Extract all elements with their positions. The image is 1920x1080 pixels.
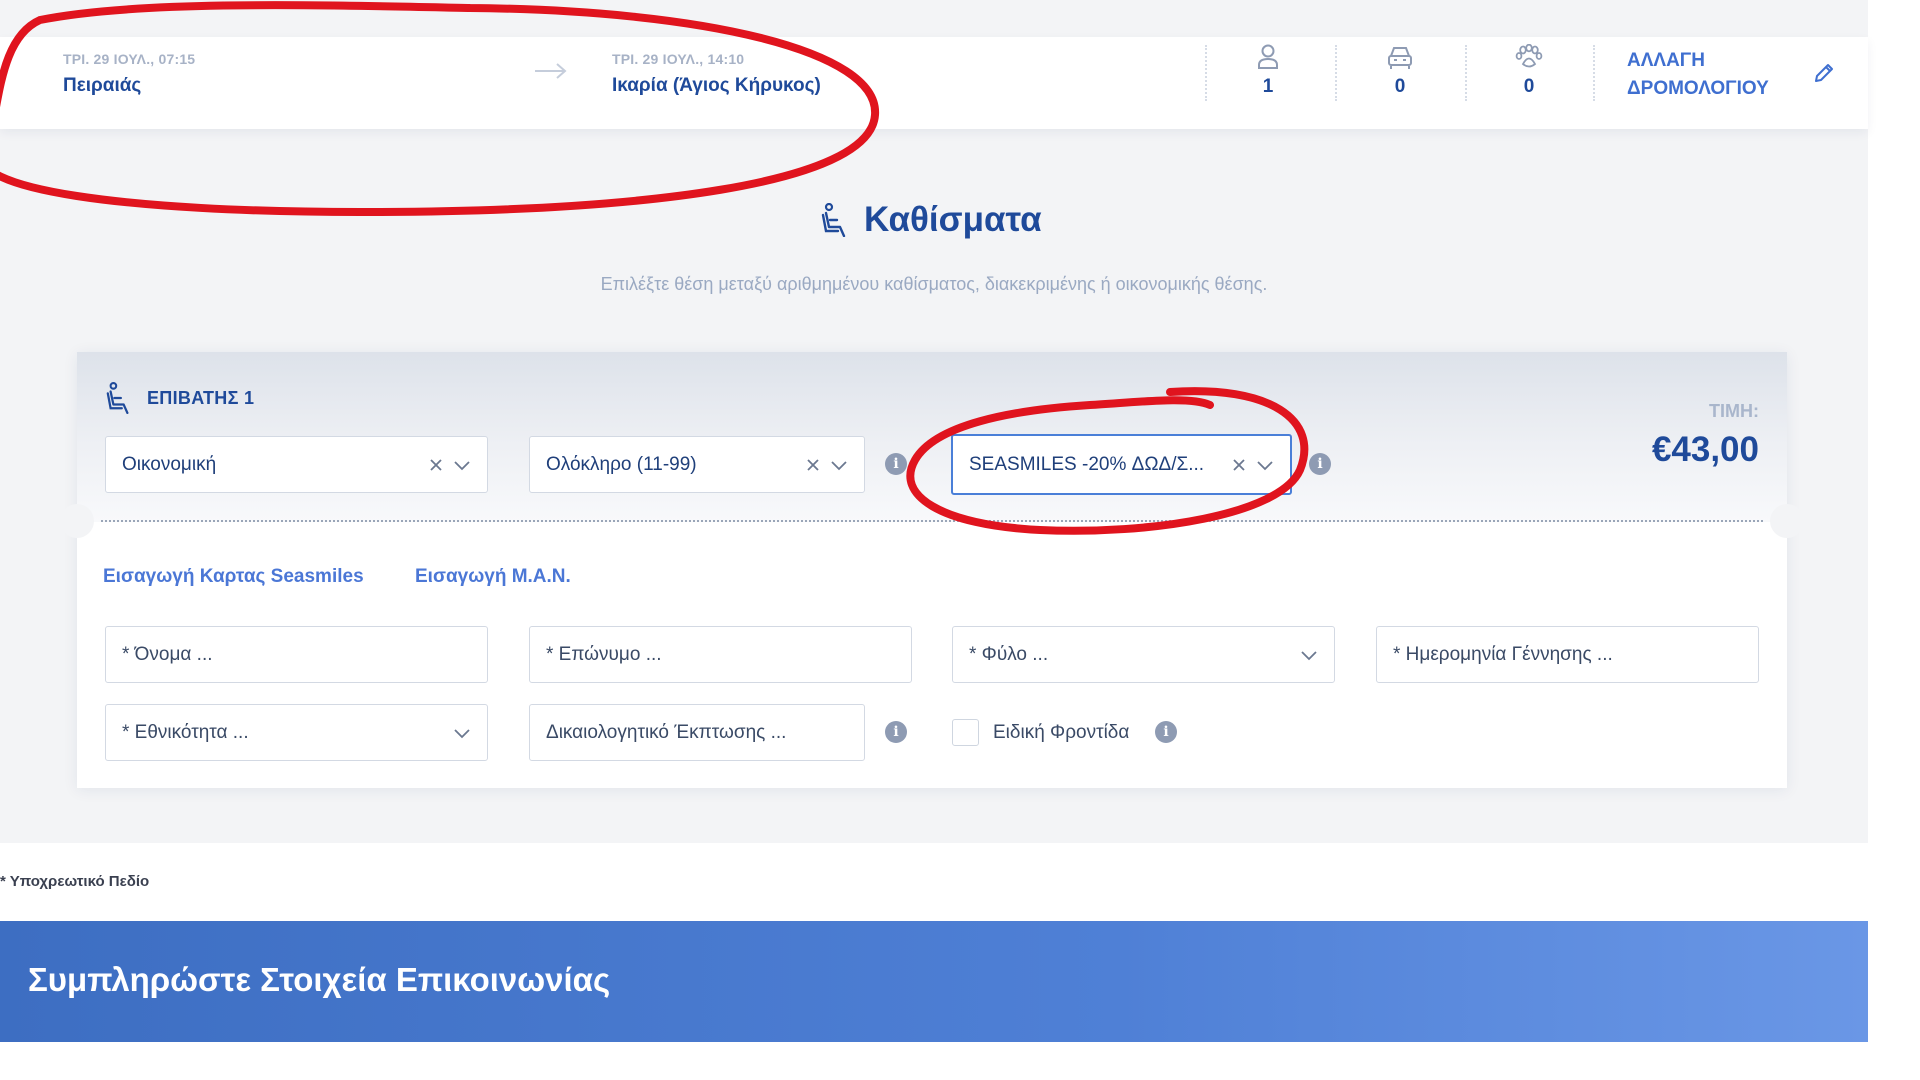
- divider: [1593, 45, 1595, 101]
- first-name-placeholder: * Όνομα ...: [122, 643, 213, 665]
- man-link[interactable]: Εισαγωγή Μ.Α.Ν.: [415, 566, 571, 588]
- seasmiles-card-link[interactable]: Εισαγωγή Καρτας Seasmiles: [103, 566, 364, 588]
- discount-document-placeholder: Δικαιολογητικό Έκπτωσης ...: [546, 721, 787, 743]
- birthdate-field[interactable]: * Ημερομηνία Γέννησης ...: [1376, 626, 1759, 683]
- vehicle-count: 0: [1370, 44, 1430, 98]
- chevron-down-icon[interactable]: [453, 459, 471, 471]
- special-care-checkbox[interactable]: [952, 719, 979, 746]
- chevron-down-icon[interactable]: [1256, 459, 1274, 471]
- special-care-label: Ειδική Φροντίδα: [993, 721, 1130, 743]
- pencil-icon: [1812, 61, 1836, 85]
- paw-icon: [1499, 44, 1559, 70]
- arrival-datetime: ΤΡΙ. 29 ΙΟΥΛ., 14:10: [612, 51, 745, 67]
- divider: [1335, 45, 1337, 101]
- price-label: ΤΙΜΗ:: [1709, 401, 1759, 421]
- passenger-label: ΕΠΙΒΑΤΗΣ 1: [105, 382, 254, 414]
- contact-details-banner[interactable]: Συμπληρώστε Στοιχεία Επικοινωνίας: [0, 921, 1868, 1042]
- departure-port: Πειραιάς: [63, 75, 142, 96]
- chevron-down-icon: [1300, 649, 1318, 661]
- divider: [1465, 45, 1467, 101]
- pet-count-value: 0: [1523, 76, 1535, 97]
- passenger-card: ΕΠΙΒΑΤΗΣ 1 ΤΙΜΗ: €43,00 Οικονομική Ολόκλ…: [60, 352, 1804, 788]
- contact-banner-title: Συμπληρώστε Στοιχεία Επικοινωνίας: [28, 961, 611, 998]
- nationality-placeholder: * Εθνικότητα ...: [122, 721, 249, 743]
- car-icon: [1370, 44, 1430, 70]
- nationality-select[interactable]: * Εθνικότητα ...: [105, 704, 488, 761]
- seats-heading: Καθίσματα: [820, 200, 1042, 240]
- person-icon: [1238, 44, 1298, 70]
- chevron-down-icon: [453, 727, 471, 739]
- seats-subtitle: Επιλέξτε θέση μεταξύ αριθμημένου καθίσμα…: [600, 274, 1268, 294]
- pet-count: 0: [1499, 44, 1559, 98]
- info-icon[interactable]: i: [1155, 721, 1177, 743]
- change-route-label-1: ΑΛΛΑΓΗ: [1627, 50, 1705, 71]
- ticket-notch-right: [1770, 504, 1804, 538]
- ticket-type-value: Ολόκληρο (11-99): [546, 453, 697, 475]
- last-name-field[interactable]: * Επώνυμο ...: [529, 626, 912, 683]
- route-arrival: ΤΡΙ. 29 ΙΟΥΛ., 14:10 Ικαρία (Άγιος Κήρυκ…: [612, 51, 821, 97]
- clear-icon[interactable]: [1232, 458, 1246, 472]
- passenger-count: 1: [1238, 44, 1298, 98]
- discount-value: SEASMILES -20% ΔΩΔ/Σ...: [969, 453, 1205, 475]
- clear-icon[interactable]: [806, 458, 820, 472]
- route-departure: ΤΡΙ. 29 ΙΟΥΛ., 07:15 Πειραιάς: [63, 51, 195, 97]
- ticket-type-select[interactable]: Ολόκληρο (11-99): [529, 436, 865, 493]
- seat-icon: [820, 203, 850, 237]
- birthdate-placeholder: * Ημερομηνία Γέννησης ...: [1393, 643, 1613, 665]
- special-care-toggle[interactable]: Ειδική Φροντίδα: [952, 719, 1129, 746]
- gender-placeholder: * Φύλο ...: [969, 643, 1049, 665]
- arrival-port: Ικαρία (Άγιος Κήρυκος): [612, 75, 821, 96]
- change-route-button[interactable]: ΑΛΛΑΓΗ ΔΡΟΜΟΛΟΓΙΟΥ: [1627, 47, 1833, 103]
- clear-icon[interactable]: [429, 458, 443, 472]
- passenger-title: ΕΠΙΒΑΤΗΣ 1: [147, 387, 255, 408]
- change-route-label-2: ΔΡΟΜΟΛΟΓΙΟΥ: [1627, 78, 1769, 99]
- seat-type-value: Οικονομική: [122, 453, 217, 475]
- price-value: €43,00: [1651, 430, 1759, 469]
- vehicle-count-value: 0: [1394, 76, 1406, 97]
- ticket-notch-left: [60, 504, 94, 538]
- passenger-count-value: 1: [1262, 76, 1274, 97]
- info-icon[interactable]: i: [885, 721, 907, 743]
- seat-type-select[interactable]: Οικονομική: [105, 436, 488, 493]
- route-summary-bar: ΤΡΙ. 29 ΙΟΥΛ., 07:15 Πειραιάς ΤΡΙ. 29 ΙΟ…: [0, 37, 1868, 129]
- dashed-separator: [101, 520, 1763, 522]
- seat-icon: [105, 382, 133, 414]
- departure-datetime: ΤΡΙ. 29 ΙΟΥΛ., 07:15: [63, 51, 196, 67]
- chevron-down-icon[interactable]: [830, 459, 848, 471]
- gender-select[interactable]: * Φύλο ...: [952, 626, 1335, 683]
- discount-document-field[interactable]: Δικαιολογητικό Έκπτωσης ...: [529, 704, 865, 761]
- last-name-placeholder: * Επώνυμο ...: [546, 643, 662, 665]
- first-name-field[interactable]: * Όνομα ...: [105, 626, 488, 683]
- discount-select[interactable]: SEASMILES -20% ΔΩΔ/Σ...: [951, 434, 1292, 495]
- divider: [1205, 45, 1207, 101]
- info-icon[interactable]: i: [885, 453, 907, 475]
- info-icon[interactable]: i: [1309, 453, 1331, 475]
- passenger-card-header: ΕΠΙΒΑΤΗΣ 1 ΤΙΜΗ: €43,00 Οικονομική Ολόκλ…: [77, 352, 1787, 522]
- arrow-right-icon: [533, 61, 569, 81]
- seats-title: Καθίσματα: [864, 200, 1042, 239]
- required-field-note: * Υποχρεωτικό Πεδίο: [0, 873, 150, 890]
